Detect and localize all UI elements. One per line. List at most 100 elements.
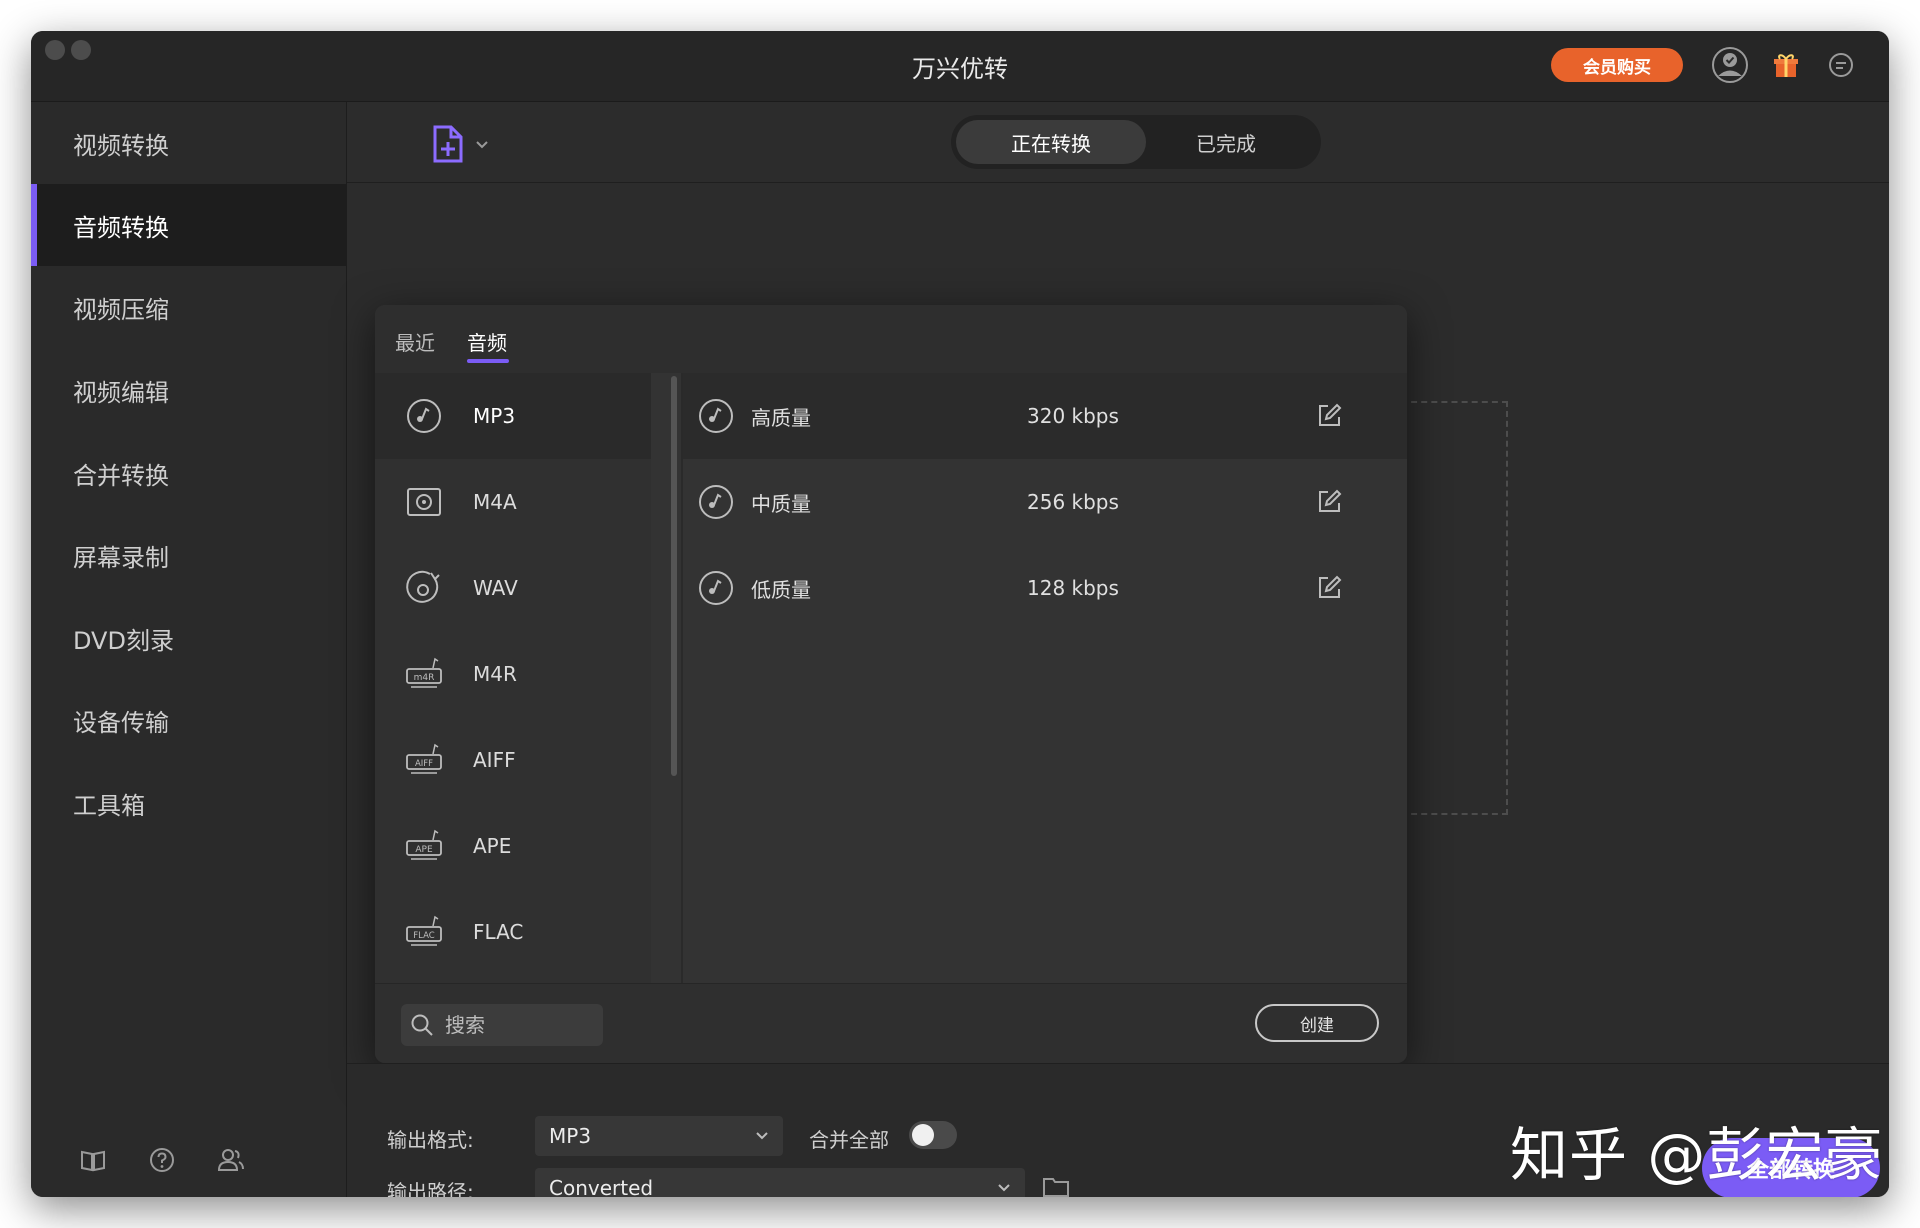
format-label: AIFF bbox=[473, 748, 516, 772]
m4r-file-icon: m4R bbox=[405, 655, 443, 693]
sidebar: 视频转换 音频转换 视频压缩 视频编辑 合并转换 屏幕录制 DVD刻录 设备传输… bbox=[31, 102, 347, 1197]
tab-completed[interactable]: 已完成 bbox=[1141, 120, 1311, 164]
format-list: MP3 M4A WAV m4R M4R AIFF AIFF APE APE FL… bbox=[375, 373, 651, 983]
format-item-ape[interactable]: APE APE bbox=[375, 803, 651, 889]
sidebar-item-video-compress[interactable]: 视频压缩 bbox=[31, 266, 346, 348]
active-tab-indicator bbox=[467, 359, 509, 363]
popup-tabs: 最近 音频 bbox=[375, 305, 1407, 373]
help-icon[interactable] bbox=[144, 1142, 180, 1178]
chevron-down-icon bbox=[476, 141, 488, 149]
svg-text:m4R: m4R bbox=[414, 673, 435, 683]
merge-all-label: 合并全部 bbox=[809, 1128, 889, 1152]
sidebar-item-label: 屏幕录制 bbox=[73, 543, 169, 572]
format-list-scrollbar[interactable] bbox=[671, 376, 677, 776]
search-input[interactable] bbox=[443, 1012, 587, 1038]
sidebar-item-video-edit[interactable]: 视频编辑 bbox=[31, 349, 346, 431]
create-preset-button[interactable]: 创建 bbox=[1255, 1004, 1379, 1042]
sidebar-item-label: 视频编辑 bbox=[73, 378, 169, 407]
toggle-knob bbox=[912, 1124, 934, 1146]
svg-text:APE: APE bbox=[415, 845, 433, 855]
vip-purchase-button[interactable]: 会员购买 bbox=[1551, 48, 1683, 82]
quality-name: 高质量 bbox=[751, 405, 811, 430]
sidebar-item-merge-convert[interactable]: 合并转换 bbox=[31, 432, 346, 514]
format-label: M4A bbox=[473, 490, 517, 514]
sidebar-item-label: DVD刻录 bbox=[73, 626, 174, 655]
format-label: MP3 bbox=[473, 404, 516, 428]
folder-icon[interactable] bbox=[1041, 1172, 1071, 1197]
format-label: FLAC bbox=[473, 920, 524, 944]
book-icon[interactable] bbox=[75, 1142, 111, 1178]
quality-item-low[interactable]: 低质量 128 kbps bbox=[683, 545, 1407, 631]
search-icon bbox=[409, 1012, 435, 1038]
quality-bitrate: 256 kbps bbox=[1027, 490, 1119, 514]
quality-name: 低质量 bbox=[751, 577, 811, 602]
music-disc-icon bbox=[405, 397, 443, 435]
popup-footer: 创建 bbox=[375, 983, 1407, 1063]
format-label: WAV bbox=[473, 576, 518, 600]
sidebar-item-toolbox[interactable]: 工具箱 bbox=[31, 762, 346, 844]
ape-file-icon: APE bbox=[405, 827, 443, 865]
sidebar-item-label: 视频转换 bbox=[73, 131, 169, 160]
svg-text:AIFF: AIFF bbox=[415, 759, 433, 769]
quality-item-high[interactable]: 高质量 320 kbps bbox=[683, 373, 1407, 459]
wav-disc-icon bbox=[405, 569, 443, 607]
tab-converting[interactable]: 正在转换 bbox=[956, 120, 1146, 164]
format-item-m4r[interactable]: m4R M4R bbox=[375, 631, 651, 717]
app-window: 万兴优转 会员购买 视频转换 音频转换 视频压缩 视频编辑 合并转换 屏幕录制 … bbox=[31, 31, 1889, 1197]
tab-recent[interactable]: 最近 bbox=[395, 327, 435, 356]
format-label: M4R bbox=[473, 662, 517, 686]
edit-icon[interactable] bbox=[1315, 488, 1343, 516]
output-format-label: 输出格式: bbox=[387, 1128, 474, 1152]
quality-name: 中质量 bbox=[751, 491, 811, 516]
quality-bitrate: 320 kbps bbox=[1027, 404, 1119, 428]
music-disc-icon bbox=[697, 569, 735, 607]
users-icon[interactable] bbox=[213, 1142, 249, 1178]
sidebar-item-label: 设备传输 bbox=[73, 708, 169, 737]
sidebar-item-label: 视频压缩 bbox=[73, 295, 169, 324]
format-item-wav[interactable]: WAV bbox=[375, 545, 651, 631]
format-item-flac[interactable]: FLAC FLAC bbox=[375, 889, 651, 975]
sidebar-item-screen-record[interactable]: 屏幕录制 bbox=[31, 514, 346, 596]
output-format-select[interactable]: MP3 bbox=[535, 1116, 783, 1156]
svg-text:FLAC: FLAC bbox=[413, 931, 434, 941]
sidebar-item-dvd-burn[interactable]: DVD刻录 bbox=[31, 597, 346, 679]
music-disc-icon bbox=[697, 483, 735, 521]
flac-file-icon: FLAC bbox=[405, 913, 443, 951]
search-box[interactable] bbox=[401, 1004, 603, 1046]
conversion-status-tabs: 正在转换 已完成 bbox=[951, 115, 1321, 169]
sidebar-item-label: 合并转换 bbox=[73, 461, 169, 490]
format-item-aiff[interactable]: AIFF AIFF bbox=[375, 717, 651, 803]
main-toolbar: 正在转换 已完成 bbox=[347, 102, 1889, 183]
format-label: APE bbox=[473, 834, 512, 858]
format-selection-popup: 最近 音频 MP3 M4A WAV m4R M4R AIFF AIFF APE … bbox=[375, 305, 1407, 1063]
chevron-down-icon bbox=[995, 1178, 1013, 1196]
sidebar-item-audio-convert[interactable]: 音频转换 bbox=[31, 184, 346, 266]
merge-all-toggle[interactable] bbox=[909, 1121, 957, 1149]
format-item-mp3[interactable]: MP3 bbox=[375, 373, 651, 459]
m4a-file-icon bbox=[405, 483, 443, 521]
user-account-icon[interactable] bbox=[1710, 45, 1750, 85]
sidebar-item-label: 工具箱 bbox=[73, 791, 145, 820]
chevron-down-icon bbox=[753, 1126, 771, 1144]
quality-item-medium[interactable]: 中质量 256 kbps bbox=[683, 459, 1407, 545]
add-file-icon bbox=[433, 125, 463, 163]
file-drop-zone[interactable] bbox=[1401, 401, 1508, 815]
output-path-value: Converted bbox=[549, 1176, 654, 1197]
feedback-chat-icon[interactable] bbox=[1821, 45, 1861, 85]
add-file-button[interactable] bbox=[431, 124, 501, 164]
output-path-select[interactable]: Converted bbox=[535, 1168, 1025, 1197]
quality-bitrate: 128 kbps bbox=[1027, 576, 1119, 600]
watermark-text: 知乎 @彭宏豪 bbox=[1510, 1121, 1884, 1189]
output-format-value: MP3 bbox=[549, 1124, 592, 1148]
quality-list: 高质量 320 kbps 中质量 256 kbps 低质量 128 kbps bbox=[683, 373, 1407, 983]
gift-icon[interactable] bbox=[1766, 45, 1806, 85]
title-bar: 万兴优转 会员购买 bbox=[31, 31, 1889, 102]
edit-icon[interactable] bbox=[1315, 574, 1343, 602]
sidebar-item-video-convert[interactable]: 视频转换 bbox=[31, 102, 346, 184]
sidebar-item-device-transfer[interactable]: 设备传输 bbox=[31, 679, 346, 761]
aiff-file-icon: AIFF bbox=[405, 741, 443, 779]
tab-audio[interactable]: 音频 bbox=[467, 327, 507, 356]
format-item-m4a[interactable]: M4A bbox=[375, 459, 651, 545]
output-path-label: 输出路径: bbox=[387, 1180, 474, 1197]
edit-icon[interactable] bbox=[1315, 402, 1343, 430]
